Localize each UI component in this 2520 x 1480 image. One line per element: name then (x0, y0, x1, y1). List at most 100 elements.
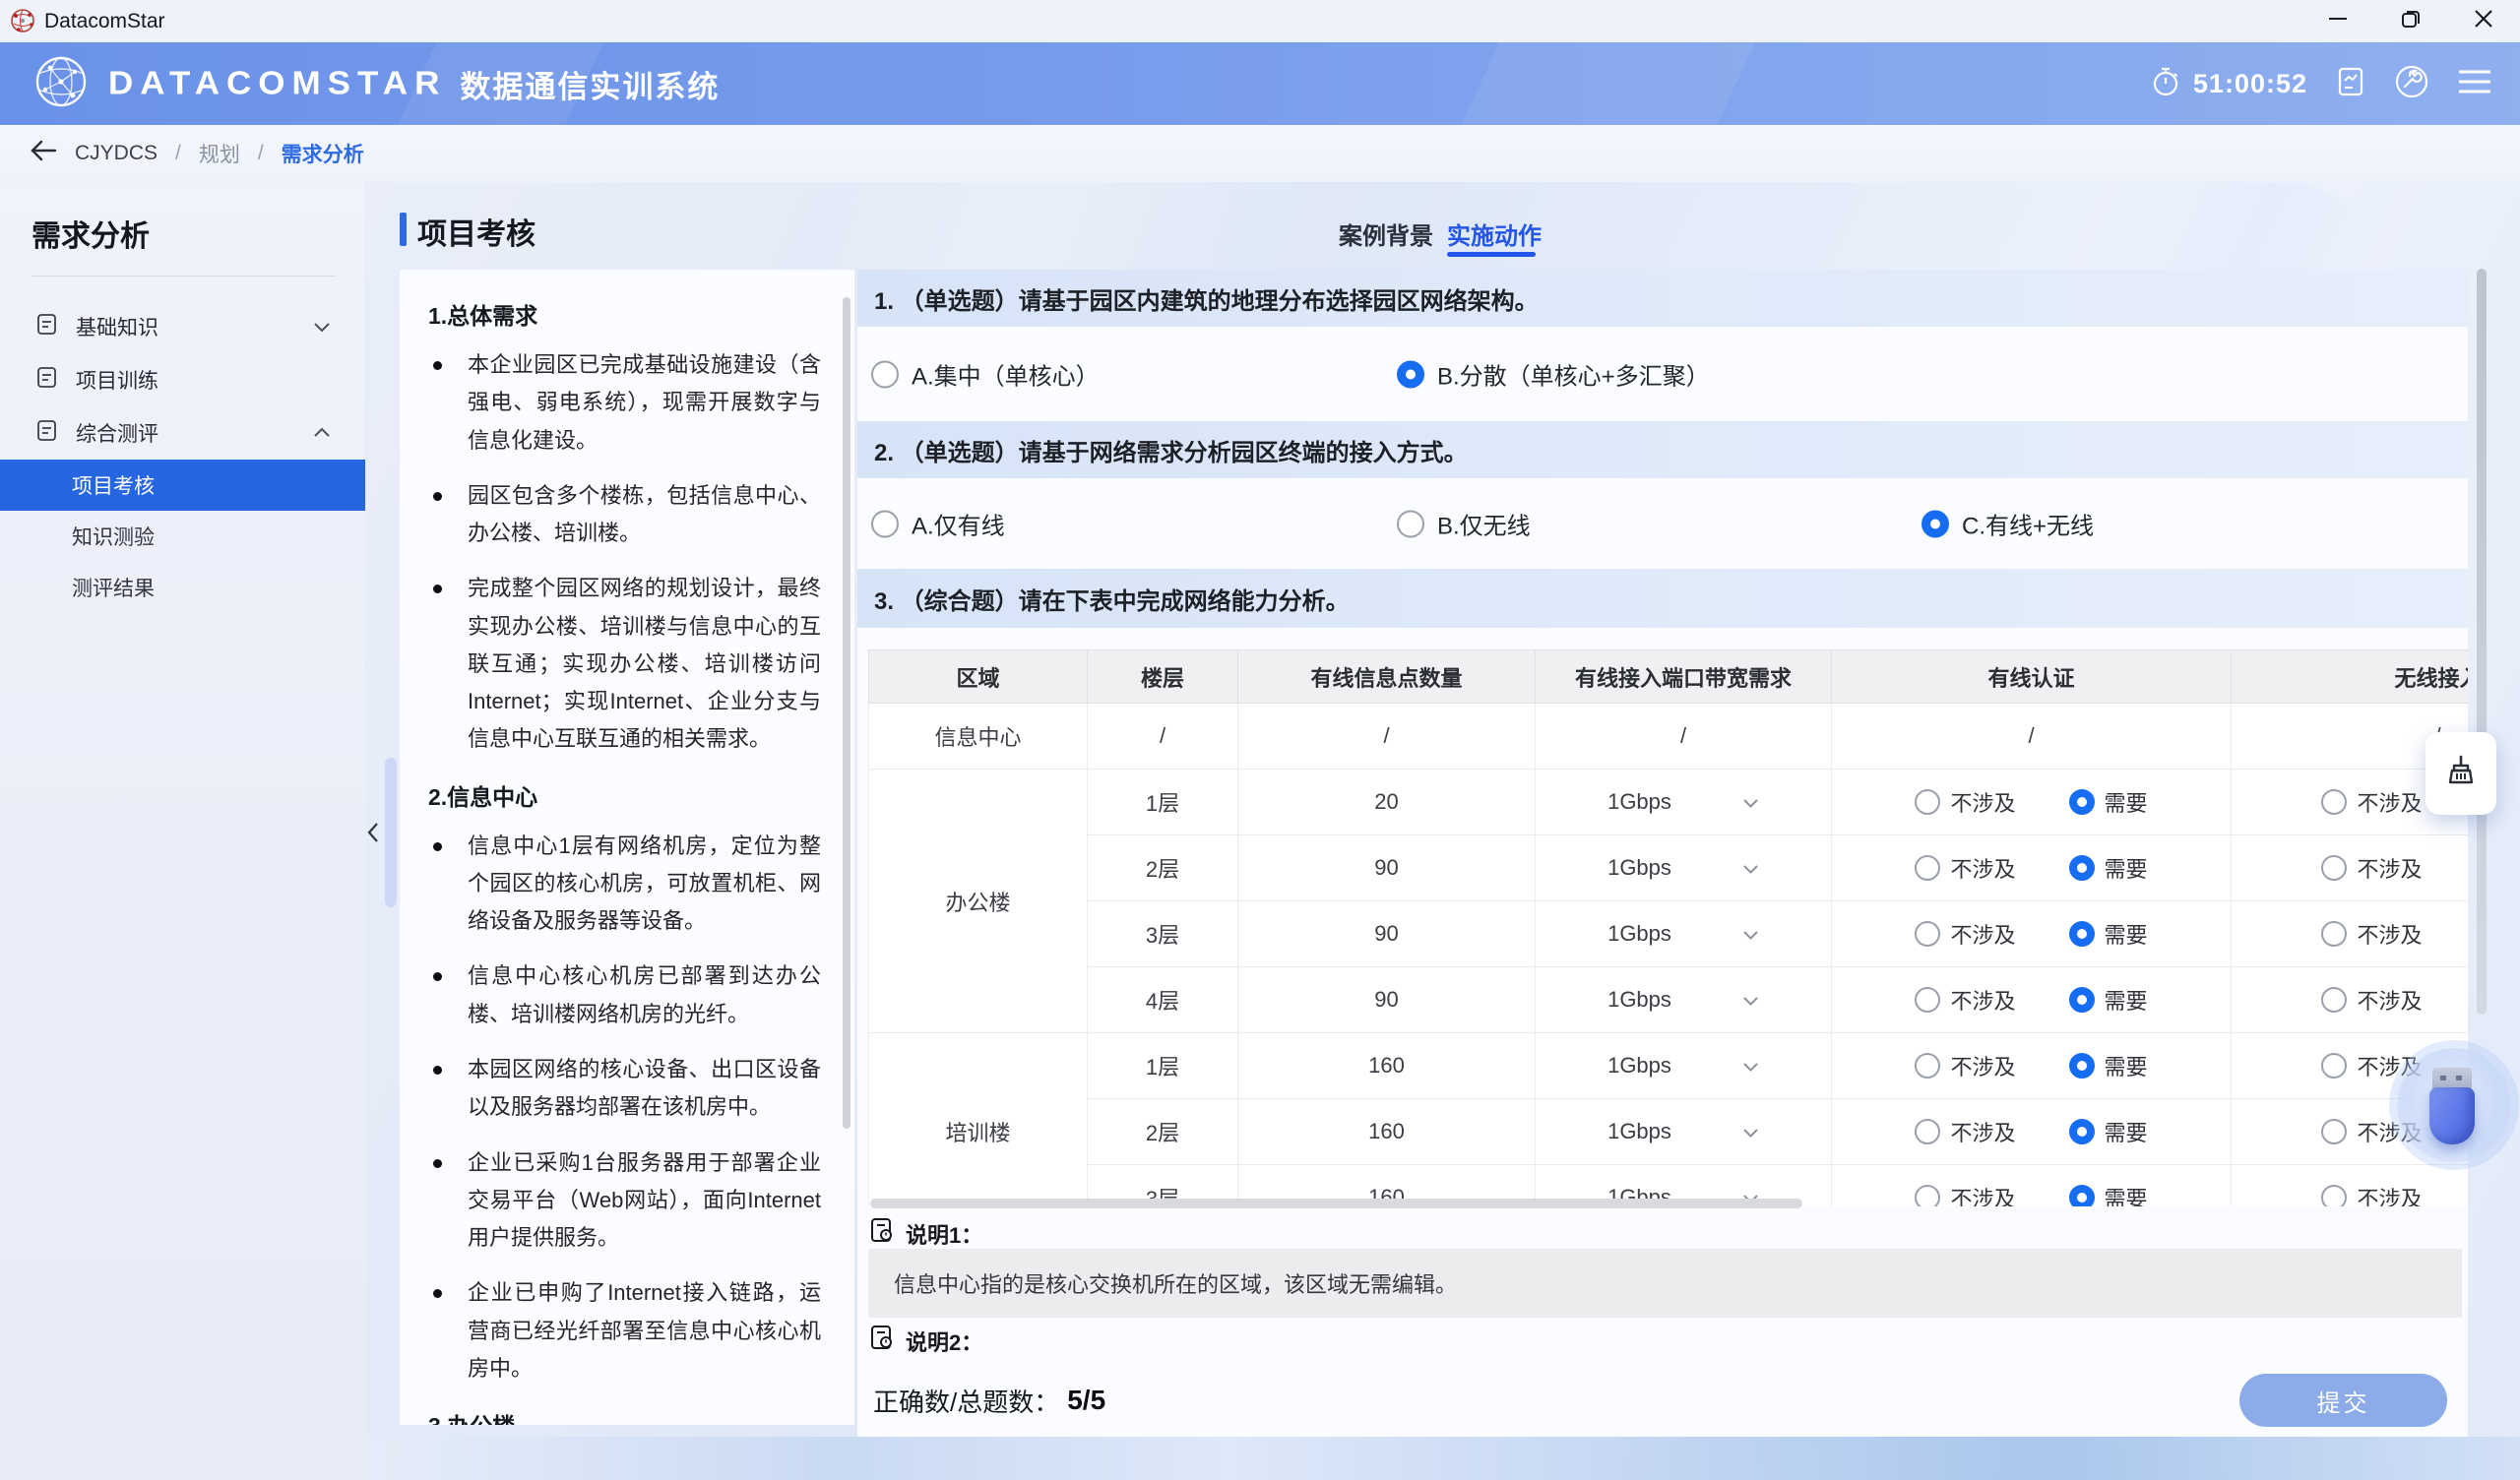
radio-unselected-icon[interactable] (1915, 1053, 1940, 1079)
auth-option[interactable]: 需要 (2069, 786, 2148, 818)
auth-option[interactable]: 需要 (2069, 1182, 2148, 1206)
auth-option[interactable]: 需要 (2069, 1116, 2148, 1147)
radio-label: 不涉及 (1950, 984, 2015, 1016)
minimize-button[interactable] (2301, 0, 2374, 42)
option-b[interactable]: B.仅无线 (1397, 507, 1531, 541)
breadcrumb-item[interactable]: CJYDCS (75, 142, 158, 165)
sidebar-item-project-training[interactable]: 项目训练 (0, 353, 365, 406)
requirement-bullet: 企业已申购了Internet接入链路，运营商已经光纤部署至信息中心核心机房中。 (428, 1274, 821, 1388)
auth-option[interactable]: 不涉及 (1915, 1050, 2015, 1081)
bandwidth-select[interactable]: 1Gbps (1537, 921, 1830, 947)
radio-unselected-icon[interactable] (2321, 987, 2347, 1013)
radio-unselected-icon[interactable] (1915, 987, 1940, 1013)
report-button[interactable] (2335, 66, 2366, 102)
breadcrumb-item[interactable]: 规划 (199, 139, 240, 168)
tab-case-background[interactable]: 案例背景 (1339, 216, 1433, 251)
wireless-option[interactable]: 不涉及 (2321, 852, 2422, 884)
radio-selected-icon[interactable] (1397, 360, 1424, 388)
tools-icon (2394, 64, 2429, 104)
radio-unselected-icon[interactable] (1397, 510, 1424, 537)
option-c[interactable]: C.有线+无线 (1922, 507, 2094, 541)
radio-unselected-icon[interactable] (2321, 789, 2347, 815)
radio-label: 不涉及 (2357, 984, 2422, 1016)
option-a[interactable]: A.集中（单核心） (871, 357, 1100, 392)
radio-selected-icon[interactable] (2069, 789, 2095, 815)
auth-option[interactable]: 需要 (2069, 984, 2148, 1016)
radio-unselected-icon[interactable] (1915, 789, 1940, 815)
requirement-section-heading: 2.信息中心 (428, 778, 821, 812)
note-icon (870, 1325, 895, 1357)
bandwidth-select[interactable]: 1Gbps (1537, 855, 1830, 881)
back-button[interactable] (30, 139, 57, 168)
auth-option[interactable]: 不涉及 (1915, 852, 2015, 884)
radio-unselected-icon[interactable] (871, 360, 899, 388)
usb-device-widget[interactable] (2397, 1048, 2511, 1162)
table-row: 办公楼1层201Gbps不涉及需要不涉及需要 (869, 770, 2469, 835)
wireless-option[interactable]: 不涉及 (2321, 984, 2422, 1016)
bandwidth-select[interactable]: 1Gbps (1537, 987, 1830, 1013)
floor-cell: 3层 (1088, 901, 1238, 967)
radio-unselected-icon[interactable] (1915, 855, 1940, 881)
auth-option[interactable]: 不涉及 (1915, 918, 2015, 950)
tab-implementation-actions[interactable]: 实施动作 (1447, 216, 1542, 251)
radio-unselected-icon[interactable] (1915, 1185, 1940, 1206)
radio-selected-icon[interactable] (2069, 1053, 2095, 1079)
clear-tool-button[interactable] (2426, 732, 2496, 815)
radio-selected-icon[interactable] (2069, 987, 2095, 1013)
requirements-panel: 1.总体需求本企业园区已完成基础设施建设（含强电、弱电系统），现需开展数字与信息… (400, 270, 854, 1425)
auth-option[interactable]: 需要 (2069, 918, 2148, 950)
points-cell: 90 (1238, 901, 1536, 967)
radio-selected-icon[interactable] (2069, 855, 2095, 881)
wireless-cell: 不涉及需要 (2232, 967, 2469, 1033)
menu-button[interactable] (2457, 67, 2492, 101)
sidebar-item-basic-knowledge[interactable]: 基础知识 (0, 300, 365, 353)
tools-button[interactable] (2394, 64, 2429, 104)
wireless-option[interactable]: 不涉及 (2321, 786, 2422, 818)
bandwidth-select[interactable]: 1Gbps (1537, 789, 1830, 815)
radio-unselected-icon[interactable] (2321, 1185, 2347, 1206)
table-row: 4层901Gbps不涉及需要不涉及需要 (869, 967, 2469, 1033)
submit-button[interactable]: 提交 (2239, 1374, 2447, 1427)
auth-option[interactable]: 不涉及 (1915, 786, 2015, 818)
wireless-option[interactable]: 不涉及 (2321, 918, 2422, 950)
analysis-table: 区域 楼层 有线信息点数量 有线接入端口带宽需求 有线认证 无线接入 信息中心/… (868, 649, 2468, 1206)
timer-value: 51:00:52 (2193, 69, 2307, 99)
radio-selected-icon[interactable] (2069, 921, 2095, 947)
option-b[interactable]: B.分散（单核心+多汇聚） (1397, 357, 1710, 392)
panel-collapse-handle[interactable] (385, 758, 397, 907)
radio-unselected-icon[interactable] (871, 510, 899, 537)
requirements-scrollbar[interactable] (843, 297, 850, 1129)
auth-option[interactable]: 需要 (2069, 1050, 2148, 1081)
requirement-bullet: 完成整个园区网络的规划设计，最终实现办公楼、培训楼与信息中心的互联互通；实现办公… (428, 570, 821, 758)
radio-unselected-icon[interactable] (1915, 1119, 1940, 1144)
bandwidth-select[interactable]: 1Gbps (1537, 1053, 1830, 1079)
bandwidth-cell: 1Gbps (1536, 901, 1832, 967)
auth-option[interactable]: 不涉及 (1915, 1182, 2015, 1206)
auth-option[interactable]: 需要 (2069, 852, 2148, 884)
wireless-option[interactable]: 不涉及 (2321, 1182, 2422, 1206)
auth-option[interactable]: 不涉及 (1915, 984, 2015, 1016)
radio-unselected-icon[interactable] (2321, 921, 2347, 947)
radio-unselected-icon[interactable] (2321, 1119, 2347, 1144)
radio-selected-icon[interactable] (2069, 1119, 2095, 1144)
radio-selected-icon[interactable] (2069, 1185, 2095, 1206)
sidebar-subitem-project-assessment[interactable]: 项目考核 (0, 460, 365, 511)
restore-button[interactable] (2374, 0, 2447, 42)
sidebar-item-comprehensive-evaluation[interactable]: 综合测评 (0, 406, 365, 460)
auth-cell: / (1832, 704, 2232, 770)
sidebar-subitem-evaluation-results[interactable]: 测评结果 (0, 562, 365, 613)
page-vertical-scrollbar[interactable] (2477, 269, 2487, 1015)
points-cell: 90 (1238, 835, 1536, 901)
requirement-bullet: 信息中心核心机房已部署到达办公楼、培训楼网络机房的光纤。 (428, 957, 821, 1033)
radio-unselected-icon[interactable] (1915, 921, 1940, 947)
radio-unselected-icon[interactable] (2321, 855, 2347, 881)
auth-option[interactable]: 不涉及 (1915, 1116, 2015, 1147)
table-horizontal-scrollbar[interactable] (870, 1199, 1802, 1208)
bandwidth-cell: 1Gbps (1536, 835, 1832, 901)
close-button[interactable] (2447, 0, 2520, 42)
radio-selected-icon[interactable] (1922, 510, 1949, 537)
option-a[interactable]: A.仅有线 (871, 507, 1005, 541)
sidebar-subitem-knowledge-quiz[interactable]: 知识测验 (0, 511, 365, 562)
radio-unselected-icon[interactable] (2321, 1053, 2347, 1079)
bandwidth-select[interactable]: 1Gbps (1537, 1119, 1830, 1144)
